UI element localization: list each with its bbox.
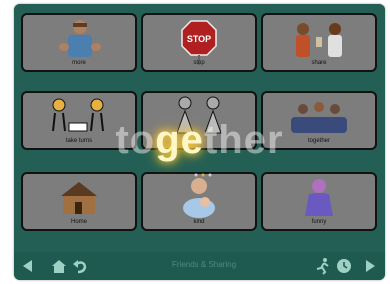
tile-funny[interactable]: funny bbox=[261, 172, 377, 231]
tile-label: funny bbox=[311, 219, 327, 225]
bottom-toolbar: Friends & Sharing bbox=[14, 252, 385, 280]
tile-label: Home bbox=[70, 219, 87, 225]
overlay-text-start: to bbox=[115, 118, 156, 162]
tile-home[interactable]: Home bbox=[21, 172, 137, 231]
board-title: Friends & Sharing bbox=[171, 260, 237, 269]
tile-share[interactable]: share bbox=[261, 13, 377, 72]
tile-label: stop bbox=[193, 60, 205, 66]
overlay-text-highlight: ge bbox=[155, 118, 204, 162]
undo-icon[interactable] bbox=[72, 257, 88, 275]
back-arrow-icon[interactable] bbox=[20, 257, 34, 275]
symbol-board: more STOP stop share take turns together… bbox=[14, 4, 385, 252]
clock-icon[interactable] bbox=[335, 257, 353, 275]
tile-kind[interactable]: kind bbox=[141, 172, 257, 231]
spoken-word-overlay: together bbox=[14, 118, 385, 163]
tile-more[interactable]: more bbox=[21, 13, 137, 72]
tile-label: share bbox=[311, 60, 327, 66]
overlay-text-end: ther bbox=[203, 118, 284, 162]
forward-arrow-icon[interactable] bbox=[364, 257, 378, 275]
tile-stop[interactable]: STOP stop bbox=[141, 13, 257, 72]
aac-device-frame: more STOP stop share take turns together… bbox=[14, 4, 385, 280]
home-icon[interactable] bbox=[50, 257, 68, 275]
running-person-icon[interactable] bbox=[314, 257, 332, 275]
page-indicator bbox=[194, 173, 212, 177]
stop-sign-text: STOP bbox=[187, 34, 211, 44]
tile-label: kind bbox=[193, 219, 205, 225]
tile-label: more bbox=[72, 60, 86, 66]
